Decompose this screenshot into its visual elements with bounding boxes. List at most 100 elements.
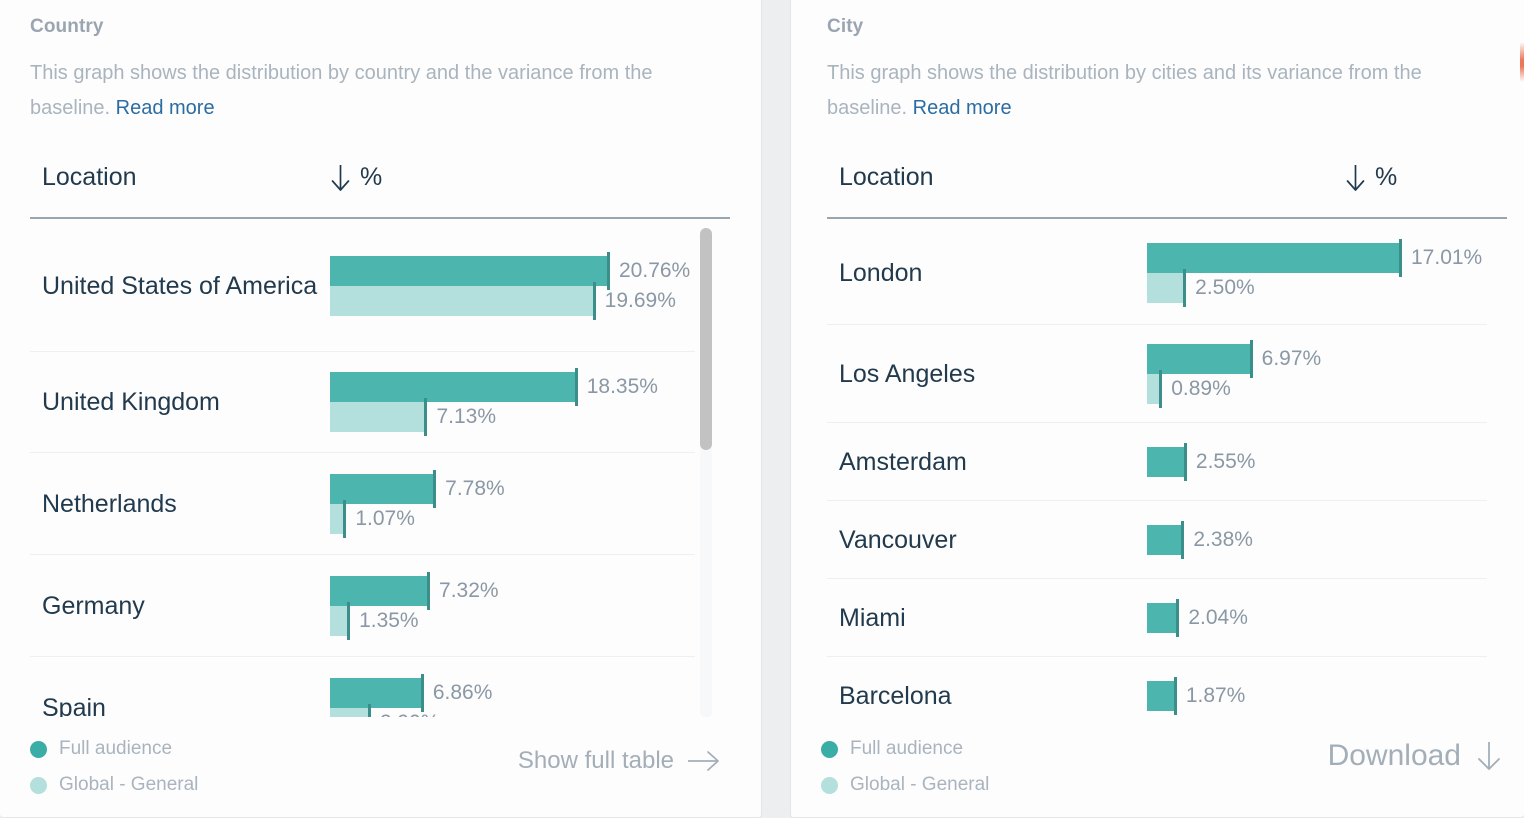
- legend-dot-full-audience: [30, 740, 47, 758]
- table-row[interactable]: Vancouver 2.38%: [827, 501, 1487, 579]
- bar-value-label: 1.07%: [355, 506, 415, 530]
- legend-dot-global-general: [821, 776, 838, 794]
- city-percent-label: %: [1375, 163, 1398, 191]
- bar-row-primary: 2.04%: [1147, 598, 1487, 637]
- bar-primary: [330, 673, 424, 712]
- row-bar-group: 17.01% 2.50%: [1147, 221, 1487, 324]
- country-rows-viewport[interactable]: United States of America 20.76% 19.69% Unit…: [30, 221, 695, 718]
- bar-secondary: [330, 282, 596, 320]
- bar-end-cap: [367, 703, 371, 718]
- row-bar-group: 20.76% 19.69%: [330, 221, 695, 351]
- city-table-header: Location %: [827, 163, 1507, 219]
- country-panel-title: Country: [30, 16, 104, 37]
- bar-value-label: 1.35%: [359, 608, 419, 632]
- bar-value-label: 0.89%: [1171, 376, 1231, 400]
- country-scrollbar-thumb[interactable]: [700, 228, 712, 450]
- legend-dot-global-general: [30, 776, 47, 794]
- bar-end-cap: [1176, 598, 1180, 637]
- city-column-percent[interactable]: %: [1345, 163, 1397, 192]
- legend-item-global-general: Global - General: [821, 767, 989, 803]
- table-row[interactable]: United Kingdom 18.35% 7.13%: [30, 352, 695, 453]
- country-column-location: Location: [42, 163, 137, 191]
- bar-value-label: 7.32%: [439, 578, 499, 602]
- table-row[interactable]: Los Angeles 6.97% 0.89%: [827, 325, 1487, 423]
- row-location-label: London: [839, 258, 923, 287]
- legend-label-global-general: Global - General: [59, 774, 199, 795]
- city-column-location: Location: [839, 163, 934, 191]
- edge-indicator: [1520, 42, 1524, 82]
- table-row[interactable]: London 17.01% 2.50%: [827, 221, 1487, 325]
- table-row[interactable]: United States of America 20.76% 19.69%: [30, 221, 695, 352]
- bar-value-label: 17.01%: [1411, 245, 1483, 269]
- bar-primary: [1147, 598, 1180, 637]
- row-bar-group: 7.32% 1.35%: [330, 555, 695, 656]
- row-bar-group: 6.86%2.90%: [330, 657, 695, 718]
- country-panel-description: This graph shows the distribution by cou…: [30, 56, 695, 126]
- bar-value-label: 6.97%: [1261, 346, 1322, 370]
- bar-row-primary: 17.01%: [1147, 238, 1487, 277]
- table-row[interactable]: Spain 6.86%2.90%: [30, 657, 695, 718]
- bar-row-primary: 7.78%: [330, 469, 695, 508]
- bar-row-secondary: 1.07%: [330, 499, 695, 538]
- bar-end-cap: [1173, 677, 1177, 715]
- country-column-percent[interactable]: %: [330, 163, 382, 192]
- bar-secondary: [330, 398, 428, 436]
- table-row[interactable]: Germany 7.32% 1.35%: [30, 555, 695, 657]
- table-row[interactable]: Netherlands 7.78% 1.07%: [30, 453, 695, 555]
- country-table-header: Location %: [30, 163, 730, 219]
- legend-item-full-audience: Full audience: [821, 731, 989, 767]
- bar-end-cap: [420, 673, 424, 712]
- row-bar-group: 7.78% 1.07%: [330, 453, 695, 554]
- bar-row-secondary: 1.35%: [330, 601, 695, 640]
- bar-row-primary: 2.55%: [1147, 442, 1487, 481]
- bar-row-secondary: 7.13%: [330, 398, 695, 436]
- bar-end-cap: [1181, 520, 1185, 559]
- city-panel: City This graph shows the distribution b…: [790, 0, 1524, 818]
- bar-secondary: [1147, 268, 1187, 307]
- arrow-down-icon: [331, 164, 350, 191]
- city-read-more-link[interactable]: Read more: [913, 97, 1012, 119]
- bar-row-primary: 6.86%: [330, 673, 695, 712]
- bar-primary: [1147, 520, 1185, 559]
- row-location-label: Amsterdam: [839, 447, 967, 476]
- legend-item-full-audience: Full audience: [30, 731, 198, 767]
- table-row[interactable]: Barcelona 1.87%: [827, 657, 1487, 718]
- bar-secondary: [330, 601, 351, 640]
- city-rows-viewport[interactable]: London 17.01% 2.50% Los Angeles 6.97% 0.89% Am…: [827, 221, 1487, 718]
- bar-row-secondary: 19.69%: [330, 282, 695, 320]
- show-full-table-button[interactable]: Show full table: [518, 747, 721, 775]
- bar-end-cap: [343, 499, 347, 538]
- bar-row-primary: 1.87%: [1147, 677, 1487, 715]
- download-label: Download: [1327, 739, 1461, 772]
- city-panel-footer: Full audience Global - General Download: [791, 717, 1524, 817]
- country-scrollbar[interactable]: [700, 228, 712, 718]
- bar-primary: [1147, 677, 1177, 715]
- bar-end-cap: [424, 398, 428, 436]
- bar-secondary: [1147, 369, 1163, 408]
- bar-value-label: 7.78%: [445, 476, 505, 500]
- download-button[interactable]: Download: [1328, 739, 1504, 773]
- bar-value-label: 2.50%: [1195, 275, 1255, 299]
- row-location-label: Los Angeles: [839, 359, 976, 388]
- bar-value-label: 18.35%: [586, 375, 658, 398]
- row-location-label: United Kingdom: [42, 388, 220, 416]
- bar-row-primary: 20.76%: [330, 252, 695, 290]
- row-bar-group: 2.04%: [1147, 579, 1487, 656]
- city-legend: Full audience Global - General: [821, 731, 989, 803]
- row-location-label: Spain: [42, 693, 106, 719]
- row-bar-group: 6.97% 0.89%: [1147, 325, 1487, 422]
- bar-row-secondary: 0.89%: [1147, 369, 1487, 408]
- table-row[interactable]: Amsterdam 2.55%: [827, 423, 1487, 501]
- table-row[interactable]: Miami 2.04%: [827, 579, 1487, 657]
- country-read-more-link[interactable]: Read more: [116, 97, 215, 119]
- bar-value-label: 19.69%: [604, 289, 676, 312]
- arrow-down-icon: [1346, 164, 1365, 191]
- row-bar-group: 2.38%: [1147, 501, 1487, 578]
- row-bar-group: 1.87%: [1147, 657, 1487, 718]
- bar-value-label: 6.86%: [432, 680, 493, 704]
- bar-primary: [1147, 442, 1187, 481]
- bar-value-label: 20.76%: [619, 259, 691, 282]
- row-location-label: United States of America: [42, 272, 318, 300]
- city-panel-description: This graph shows the distribution by cit…: [827, 56, 1507, 126]
- legend-label-full-audience: Full audience: [59, 738, 173, 759]
